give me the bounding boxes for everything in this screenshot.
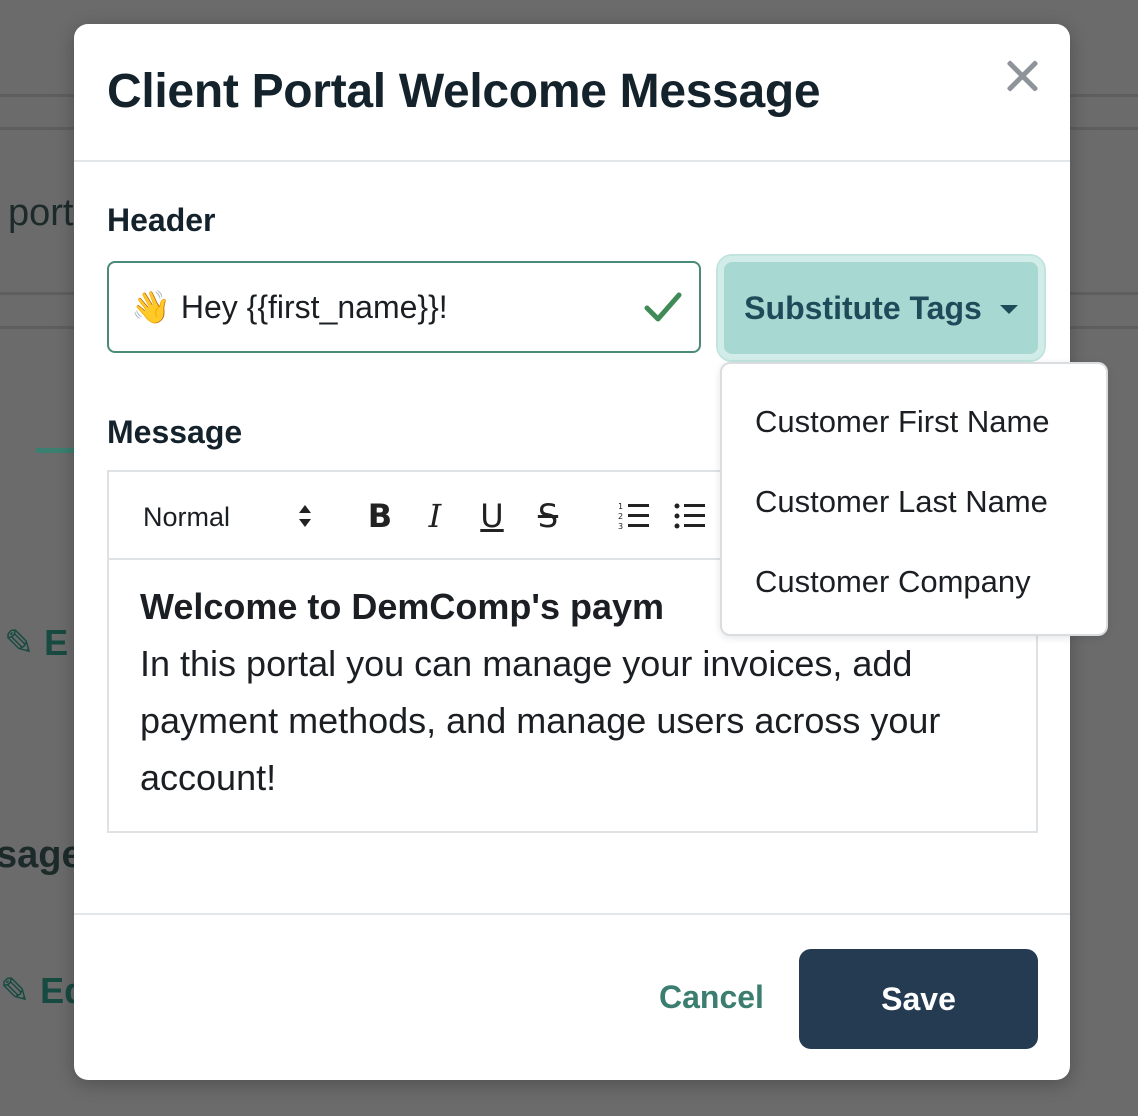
modal-footer: Cancel Save <box>74 913 1070 1080</box>
strikethrough-icon: S <box>537 497 559 535</box>
bg-heading: sage <box>0 834 83 876</box>
bg-tab-underline <box>36 448 74 453</box>
ordered-list-button[interactable]: 1 2 3 <box>614 494 654 538</box>
close-icon[interactable] <box>1000 54 1044 98</box>
editor-body-text: In this portal you can manage your invoi… <box>140 643 941 798</box>
format-select[interactable]: Normal <box>143 500 313 534</box>
bold-button[interactable]: B <box>360 494 400 538</box>
modal-header: Client Portal Welcome Message <box>74 24 1070 162</box>
dropdown-item-first-name[interactable]: Customer First Name <box>755 404 1050 440</box>
bg-edit-link: ✎ E <box>4 622 69 663</box>
welcome-message-modal: Client Portal Welcome Message Header 👋 H… <box>74 24 1108 1080</box>
bullet-list-icon <box>674 503 705 529</box>
svg-text:2: 2 <box>618 512 623 521</box>
substitute-tags-button[interactable]: Substitute Tags <box>716 254 1046 362</box>
bg-text: port <box>8 192 74 234</box>
header-input-value: Hey {{first_name}}! <box>180 288 448 325</box>
format-select-value: Normal <box>143 501 231 532</box>
cancel-button[interactable]: Cancel <box>659 979 764 1016</box>
header-label: Header <box>107 202 216 238</box>
ordered-list-icon: 1 2 3 <box>618 502 649 531</box>
dropdown-item-last-name[interactable]: Customer Last Name <box>755 484 1048 520</box>
save-label: Save <box>881 980 956 1017</box>
italic-icon: I <box>428 497 442 535</box>
check-icon <box>644 292 682 322</box>
dropdown-item-company[interactable]: Customer Company <box>755 564 1031 600</box>
header-input[interactable]: 👋 Hey {{first_name}}! <box>107 261 701 353</box>
strikethrough-button[interactable]: S <box>528 494 568 538</box>
caret-down-icon <box>999 304 1018 314</box>
bold-icon: B <box>367 497 393 535</box>
substitute-tags-dropdown: Customer First Name Customer Last Name C… <box>720 362 1108 636</box>
message-label: Message <box>107 414 243 450</box>
substitute-tags-label: Substitute Tags <box>744 289 982 326</box>
italic-button[interactable]: I <box>415 494 455 538</box>
bullet-list-button[interactable] <box>670 494 710 538</box>
underline-icon: U <box>480 497 504 535</box>
modal-title: Client Portal Welcome Message <box>107 65 821 118</box>
underline-button[interactable]: U <box>472 494 512 538</box>
wave-emoji: 👋 <box>131 289 171 325</box>
svg-text:1: 1 <box>618 502 623 511</box>
svg-text:3: 3 <box>618 522 623 531</box>
updown-icon <box>297 504 313 530</box>
save-button[interactable]: Save <box>799 949 1038 1049</box>
